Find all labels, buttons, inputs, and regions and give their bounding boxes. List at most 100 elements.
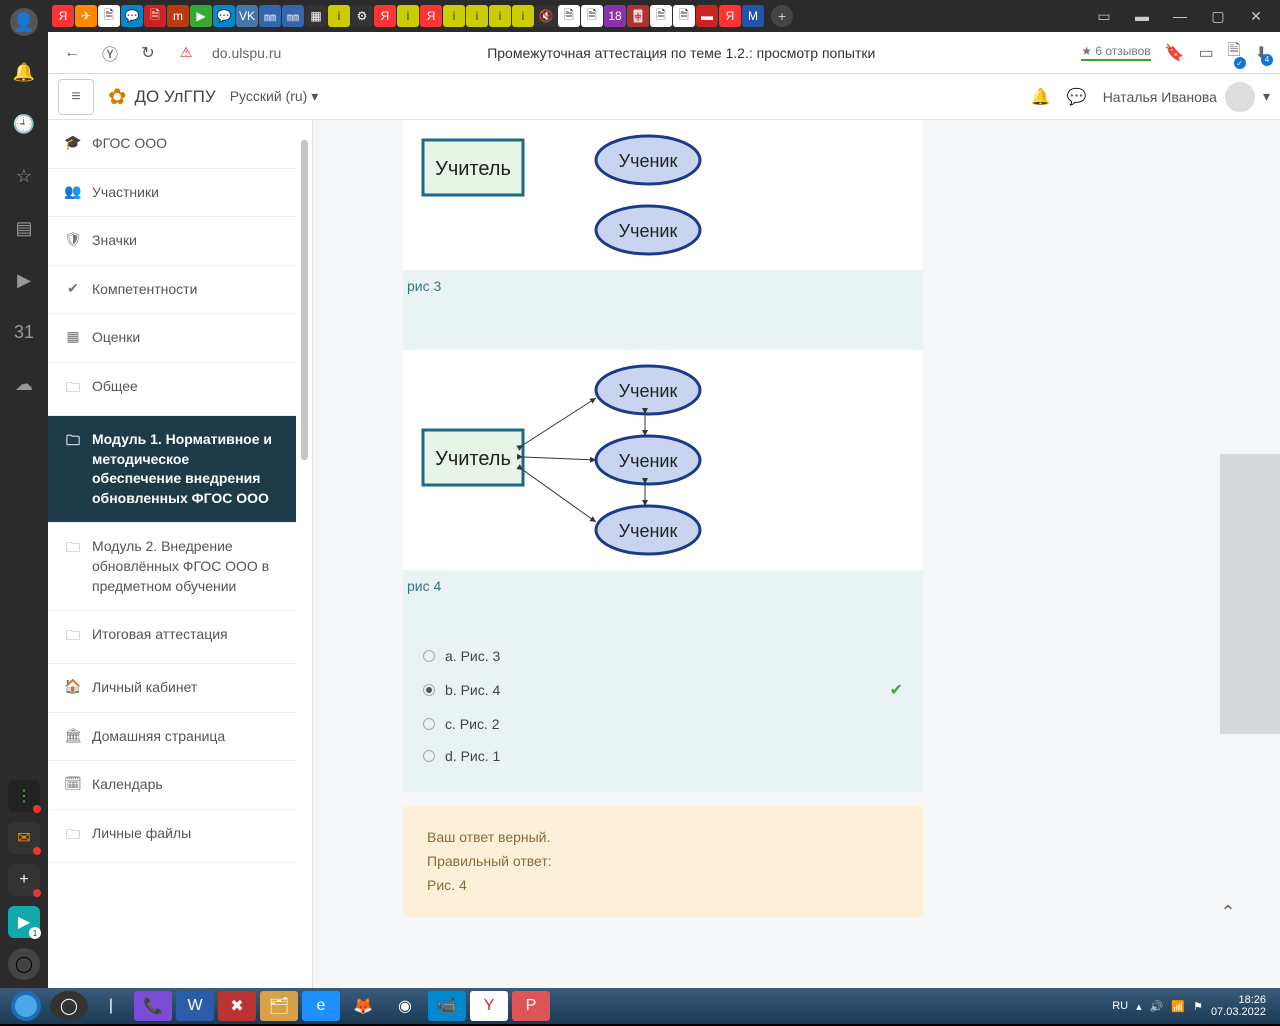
close-button[interactable]: ✕ xyxy=(1246,8,1266,25)
tab-icon[interactable]: 🗎 xyxy=(673,5,695,27)
tab-icon[interactable]: Я xyxy=(52,5,74,27)
flag-icon[interactable]: ⚑ xyxy=(1193,1000,1203,1013)
app-icon-3[interactable]: ▶1 xyxy=(8,906,40,938)
tab-icon[interactable]: Я xyxy=(420,5,442,27)
site-logo[interactable]: ✿ ДО УлГПУ xyxy=(108,84,216,110)
add-icon[interactable]: + xyxy=(8,864,40,896)
volume-icon[interactable]: 🔊 xyxy=(1150,1000,1164,1013)
security-warning-icon[interactable]: ⚠ xyxy=(174,41,198,65)
bookmark-icon[interactable]: 🔖 xyxy=(1165,43,1185,63)
new-tab-button[interactable]: + xyxy=(771,5,793,27)
scroll-to-top-button[interactable]: ⌃ xyxy=(1212,896,1244,928)
messages-icon[interactable]: 💬 xyxy=(1067,87,1087,107)
taskbar-zoom[interactable]: 📹 xyxy=(428,991,466,1021)
notifications-icon[interactable]: 🔔 xyxy=(1031,87,1051,107)
tab-icon[interactable]: 🗎 xyxy=(650,5,672,27)
tab-icon[interactable]: ▬ xyxy=(696,5,718,27)
sidebar-item-7[interactable]: 🗀Модуль 2. Внедрение обновлённых ФГОС ОО… xyxy=(48,523,296,611)
sidebar-item-5[interactable]: 🗀Общее xyxy=(48,363,296,416)
cloud-icon[interactable]: ☁ xyxy=(8,368,40,400)
answer-option-a[interactable]: a. Рис. 3 xyxy=(423,640,903,672)
tab-icon[interactable]: i xyxy=(466,5,488,27)
tab-icon[interactable]: 🗎 xyxy=(581,5,603,27)
yandex-button[interactable]: Ⓨ xyxy=(98,41,122,65)
tab-icon[interactable]: i xyxy=(328,5,350,27)
yandex-icon[interactable]: ◯ xyxy=(8,948,40,980)
right-panel-collapsed[interactable] xyxy=(1220,454,1280,734)
answer-option-c[interactable]: c. Рис. 2 xyxy=(423,708,903,740)
sidebar-item-1[interactable]: 👥Участники xyxy=(48,169,296,218)
taskbar-viber[interactable]: 📞 xyxy=(134,991,172,1021)
menu-toggle-button[interactable]: ≡ xyxy=(58,79,94,115)
tab-icon[interactable]: ▦ xyxy=(305,5,327,27)
sidebar-item-0[interactable]: 🎓ФГОС ООО xyxy=(48,120,296,169)
tab-icon[interactable]: 🗎 xyxy=(558,5,580,27)
taskbar-chrome[interactable]: ◉ xyxy=(386,991,424,1021)
taskbar-yandex[interactable]: ◯ xyxy=(50,991,88,1021)
play-icon[interactable]: ▶ xyxy=(8,264,40,296)
downloads-icon[interactable]: ⬇4 xyxy=(1255,43,1268,63)
tab-icon[interactable]: ⚙ xyxy=(351,5,373,27)
tab-icon[interactable]: 🗎 xyxy=(98,5,120,27)
tab-icon[interactable]: 💬 xyxy=(121,5,143,27)
tab-icon[interactable]: 💬 xyxy=(213,5,235,27)
sidebar-item-10[interactable]: 🏛Домашняя страница xyxy=(48,713,296,762)
sidebar-item-6[interactable]: 🗀Модуль 1. Нормативное и методическое об… xyxy=(48,416,296,523)
tab-icon[interactable]: ✈ xyxy=(75,5,97,27)
star-icon[interactable]: ☆ xyxy=(8,160,40,192)
taskbar-ie[interactable]: e xyxy=(302,991,340,1021)
tab-icon[interactable]: ㎜ xyxy=(282,5,304,27)
clock[interactable]: 18:26 07.03.2022 xyxy=(1211,994,1266,1018)
user-avatar-icon[interactable]: 👤 xyxy=(10,8,38,36)
tab-icon[interactable]: 🀄 xyxy=(627,5,649,27)
maximize-button[interactable]: ▢ xyxy=(1208,8,1228,25)
extension-icon[interactable]: ▭ xyxy=(1199,43,1214,63)
bell-icon[interactable]: 🔔 xyxy=(8,56,40,88)
tab-icon[interactable]: i xyxy=(489,5,511,27)
tab-icon[interactable]: 🔇 xyxy=(535,5,557,27)
tab-icon[interactable]: M xyxy=(742,5,764,27)
tab-icon[interactable]: ▶ xyxy=(190,5,212,27)
app-icon-1[interactable]: ⋮ xyxy=(8,780,40,812)
back-button[interactable]: ← xyxy=(60,41,84,65)
tray-up-icon[interactable]: ▴ xyxy=(1136,1000,1142,1013)
tab-icon[interactable]: i xyxy=(397,5,419,27)
sidebar-item-4[interactable]: ▦Оценки xyxy=(48,314,296,363)
tab-icon[interactable]: Я xyxy=(719,5,741,27)
language-selector[interactable]: Русский (ru) ▾ xyxy=(230,88,319,105)
url-text[interactable]: do.ulspu.ru xyxy=(212,45,281,61)
reload-button[interactable]: ↻ xyxy=(136,41,160,65)
reviews-badge[interactable]: ★ 6 отзывов xyxy=(1081,44,1150,61)
lang-indicator[interactable]: RU xyxy=(1112,1000,1128,1012)
panel-icon[interactable]: ▬ xyxy=(1132,8,1152,25)
taskbar-powerpoint[interactable]: P xyxy=(512,991,550,1021)
calendar-icon[interactable]: 31 xyxy=(8,316,40,348)
sidebar-item-2[interactable]: 🛡Значки xyxy=(48,217,296,266)
minimize-button[interactable]: — xyxy=(1170,8,1190,25)
tab-icon[interactable]: VK xyxy=(236,5,258,27)
note-icon[interactable]: ▤ xyxy=(8,212,40,244)
sidebar-item-11[interactable]: 🗓Календарь xyxy=(48,761,296,810)
taskbar-word[interactable]: W xyxy=(176,991,214,1021)
taskbar-explorer[interactable]: 🗂 xyxy=(260,991,298,1021)
start-button[interactable] xyxy=(6,986,46,1026)
clock-icon[interactable]: 🕘 xyxy=(8,108,40,140)
network-icon[interactable]: 📶 xyxy=(1171,1000,1185,1013)
tab-icon[interactable]: Я xyxy=(374,5,396,27)
tab-icon[interactable]: ㎜ xyxy=(259,5,281,27)
collections-icon[interactable]: ▭ xyxy=(1094,8,1114,25)
taskbar-yandex-browser[interactable]: Y xyxy=(470,991,508,1021)
tab-icon[interactable]: i xyxy=(443,5,465,27)
tab-icon[interactable]: 🗎 xyxy=(144,5,166,27)
answer-option-d[interactable]: d. Рис. 1 xyxy=(423,740,903,772)
tab-icon-active[interactable]: m xyxy=(167,5,189,27)
sidebar-item-8[interactable]: 🗀Итоговая аттестация xyxy=(48,611,296,664)
app-icon-2[interactable]: ✉ xyxy=(8,822,40,854)
taskbar-app[interactable]: ✖ xyxy=(218,991,256,1021)
sidebar-item-12[interactable]: 🗀Личные файлы xyxy=(48,810,296,863)
pdf-icon[interactable]: 🗎✓ xyxy=(1228,39,1241,66)
user-menu[interactable]: Наталья Иванова ▾ xyxy=(1103,82,1270,112)
tab-icon[interactable]: 18 xyxy=(604,5,626,27)
tab-icon[interactable]: i xyxy=(512,5,534,27)
sidebar-scrollbar[interactable] xyxy=(301,140,308,460)
